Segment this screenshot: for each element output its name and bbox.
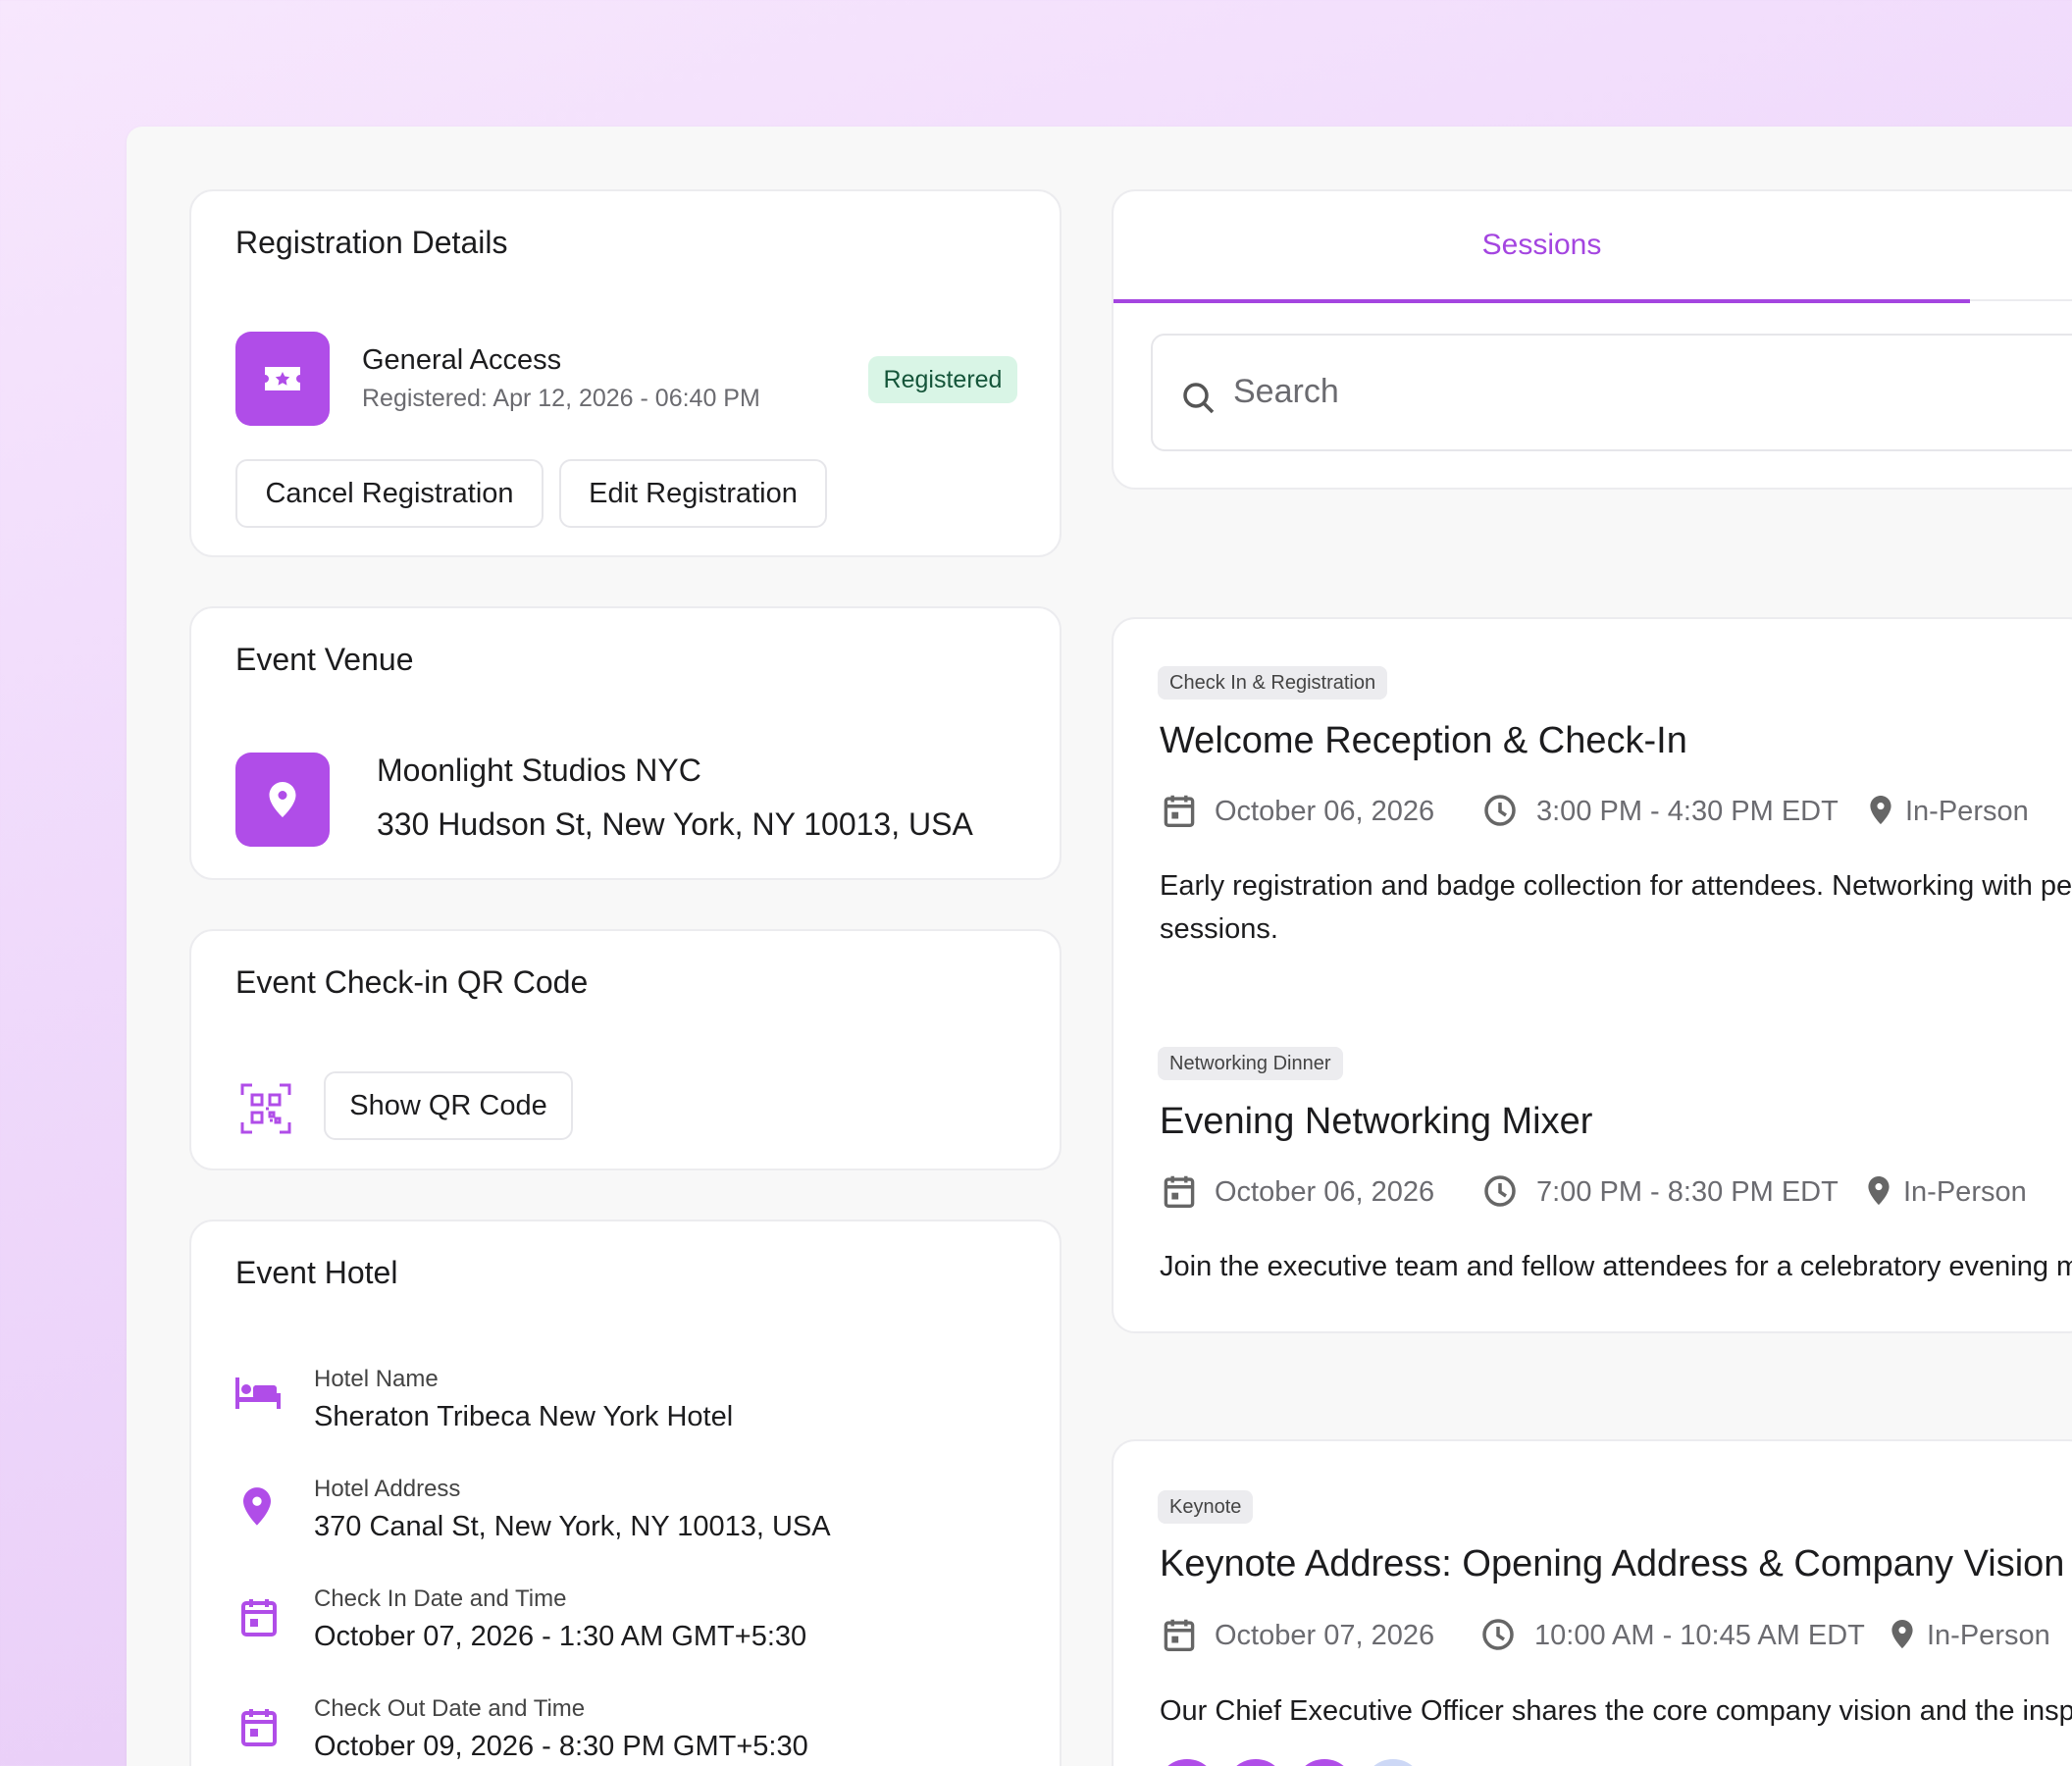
search-placeholder: Search [1233,373,1339,410]
check-out-label: Check Out Date and Time [314,1695,586,1722]
avatar[interactable] [1290,1755,1359,1766]
session-date: October 07, 2026 [1215,1620,1435,1651]
session-location: In-Person [1905,796,2029,827]
calendar-icon [241,1597,277,1641]
session-location: In-Person [1927,1620,2050,1651]
search-icon [1182,382,1216,420]
tab-divider [1970,299,2072,301]
hotel-name-label: Hotel Name [314,1366,439,1392]
card-title: Event Hotel [235,1255,398,1290]
venue-address: 330 Hudson St, New York, NY 10013, USA [377,806,973,842]
hotel-name-value: Sheraton Tribeca New York Hotel [314,1401,734,1432]
registered-date: Registered: Apr 12, 2026 - 06:40 PM [362,385,760,412]
sessions-panel: Sessions Search [1112,189,2072,490]
session-time: 10:00 AM - 10:45 AM EDT [1534,1620,1865,1651]
session-description: Early registration and badge collection … [1160,870,2072,902]
clock-icon [1483,794,1517,832]
hotel-card: Event Hotel Hotel Name Sheraton Tribeca … [189,1220,1062,1766]
qr-card: Event Check-in QR Code Show QR Code [189,929,1062,1170]
session-location: In-Person [1903,1176,2027,1208]
qr-code-icon [240,1083,291,1139]
venue-name: Moonlight Studios NYC [377,753,701,788]
edit-registration-button[interactable]: Edit Registration [559,459,827,528]
session-date: October 06, 2026 [1215,1176,1435,1208]
check-out-value: October 09, 2026 - 8:30 PM GMT+5:30 [314,1731,808,1762]
session-card[interactable]: Check In & Registration Welcome Receptio… [1112,617,2072,1333]
session-tag: Check In & Registration [1158,666,1388,700]
check-in-value: October 07, 2026 - 1:30 AM GMT+5:30 [314,1621,807,1652]
ticket-name: General Access [362,344,562,376]
location-pin-icon [1891,1620,1913,1654]
status-badge: Registered [868,356,1017,403]
cancel-registration-button[interactable]: Cancel Registration [235,459,544,528]
hotel-address-label: Hotel Address [314,1476,461,1502]
clock-icon [1483,1174,1517,1213]
session-title: Evening Networking Mixer [1160,1101,1593,1142]
registration-card: Registration Details General Access Regi… [189,189,1062,557]
ticket-icon [235,332,330,426]
search-input[interactable]: Search [1151,334,2072,451]
session-description-line2: sessions. [1160,913,1278,945]
card-title: Registration Details [235,225,508,260]
session-card[interactable]: Keynote Keynote Address: Opening Address… [1112,1439,2072,1766]
session-tag: Networking Dinner [1158,1047,1343,1080]
venue-card: Event Venue Moonlight Studios NYC 330 Hu… [189,606,1062,880]
clock-icon [1481,1618,1515,1656]
calendar-icon [241,1707,277,1751]
session-time: 7:00 PM - 8:30 PM EDT [1536,1176,1839,1208]
session-date: October 06, 2026 [1215,796,1435,827]
calendar-icon [1164,794,1195,832]
session-title: Welcome Reception & Check-In [1160,720,1687,761]
tab-sessions[interactable]: Sessions [1114,191,1970,303]
avatar[interactable] [1359,1755,1427,1766]
avatar[interactable] [1221,1755,1290,1766]
hotel-address-value: 370 Canal St, New York, NY 10013, USA [314,1511,831,1542]
session-title: Keynote Address: Opening Address & Compa… [1160,1543,2065,1584]
calendar-icon [1164,1618,1195,1656]
card-title: Event Check-in QR Code [235,964,589,1000]
show-qr-code-button[interactable]: Show QR Code [324,1071,573,1140]
location-pin-icon [1870,796,1891,830]
session-description: Our Chief Executive Officer shares the c… [1160,1695,2072,1727]
session-description: Join the executive team and fellow atten… [1160,1251,2072,1282]
location-pin-icon [1868,1176,1890,1211]
location-pin-icon [243,1487,271,1532]
avatar[interactable] [1153,1755,1221,1766]
bed-icon [235,1377,281,1414]
session-tag: Keynote [1158,1490,1254,1524]
card-title: Event Venue [235,642,414,677]
session-time: 3:00 PM - 4:30 PM EDT [1536,796,1839,827]
check-in-label: Check In Date and Time [314,1585,567,1612]
calendar-icon [1164,1174,1195,1213]
location-pin-icon [235,753,330,847]
